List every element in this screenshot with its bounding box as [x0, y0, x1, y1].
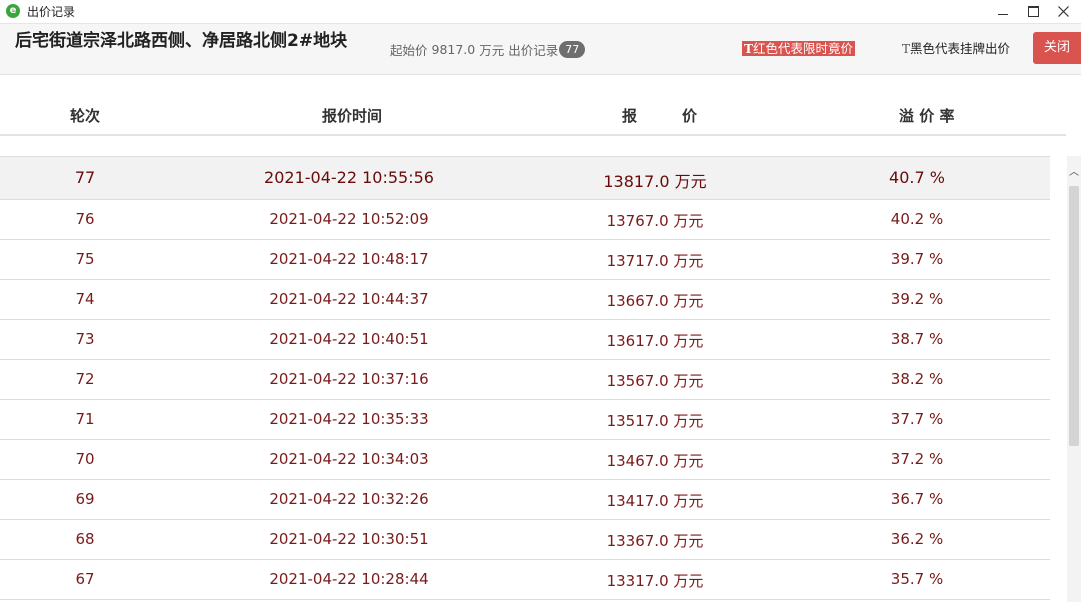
cell-round: 76 [75, 210, 95, 228]
cell-time: 2021-04-22 10:37:16 [269, 370, 429, 388]
table-row: 71 2021-04-22 10:35:33 13517.0 万元 37.7 % [0, 400, 1050, 440]
window-titlebar: e 出价记录 [0, 0, 1081, 24]
column-header-time: 报价时间 [322, 107, 383, 125]
window-title: 出价记录 [27, 5, 76, 19]
window-close-button[interactable] [1048, 0, 1078, 22]
table-row: 73 2021-04-22 10:40:51 13617.0 万元 38.7 % [0, 320, 1050, 360]
cell-price: 13417.0 万元 [606, 492, 704, 510]
cell-price: 13717.0 万元 [606, 252, 704, 270]
start-price-label: 起始价 [390, 43, 428, 58]
bid-summary: 起始价 9817.0 万元 出价记录 77 [390, 40, 586, 59]
table-row: 74 2021-04-22 10:44:37 13667.0 万元 39.2 % [0, 280, 1050, 320]
scroll-up-icon[interactable]: ︿ [1067, 166, 1081, 180]
legend-red-text: 红色代表限时竟价 [752, 41, 853, 56]
cell-price: 13367.0 万元 [606, 532, 704, 550]
cell-rate: 39.2 % [890, 290, 944, 308]
minimize-button[interactable] [988, 0, 1018, 22]
minimize-icon [998, 13, 1008, 15]
legend-listing-bidding: T黑色代表挂牌出价 [902, 41, 1010, 56]
cell-time: 2021-04-22 10:28:44 [269, 570, 429, 588]
page-header: 后宅街道宗泽北路西侧、净居路北侧2#地块 起始价 9817.0 万元 出价记录 7… [0, 24, 1081, 75]
cell-rate: 36.7 % [890, 490, 944, 508]
cell-price: 13317.0 万元 [606, 572, 704, 590]
cell-time: 2021-04-22 10:30:51 [269, 530, 429, 548]
cell-price: 13467.0 万元 [606, 452, 704, 470]
legend-timed-bidding: T红色代表限时竟价 [742, 41, 855, 56]
cell-price: 13817.0 万元 [603, 172, 707, 191]
cell-round: 71 [75, 410, 95, 428]
start-price-value: 9817.0 [431, 42, 476, 57]
cell-round: 72 [75, 370, 95, 388]
table-row: 70 2021-04-22 10:34:03 13467.0 万元 37.2 % [0, 440, 1050, 480]
legend-black-text: 黑色代表挂牌出价 [910, 41, 1011, 56]
cell-rate: 38.2 % [890, 370, 944, 388]
cell-round: 75 [75, 250, 95, 268]
t-mark-icon: T [902, 42, 911, 56]
table-row: 68 2021-04-22 10:30:51 13367.0 万元 36.2 % [0, 520, 1050, 560]
cell-rate: 40.2 % [890, 210, 944, 228]
cell-time: 2021-04-22 10:35:33 [269, 410, 429, 428]
cell-time: 2021-04-22 10:52:09 [269, 210, 429, 228]
column-header-round: 轮次 [70, 107, 101, 125]
table-header: 轮次 报价时间 报 价 溢 价 率 [0, 98, 1066, 136]
start-price-unit: 万元 [479, 43, 505, 58]
bid-records-table: 77 2021-04-22 10:55:56 13817.0 万元 40.7 %… [0, 156, 1050, 600]
table-row: 67 2021-04-22 10:28:44 13317.0 万元 35.7 % [0, 560, 1050, 600]
cell-round: 77 [74, 168, 96, 187]
table-row: 77 2021-04-22 10:55:56 13817.0 万元 40.7 % [0, 157, 1050, 200]
maximize-icon [1027, 5, 1039, 17]
cell-price: 13767.0 万元 [606, 212, 704, 230]
cell-rate: 35.7 % [890, 570, 944, 588]
cell-round: 69 [75, 490, 95, 508]
cell-round: 70 [75, 450, 95, 468]
cell-time: 2021-04-22 10:44:37 [269, 290, 429, 308]
cell-time: 2021-04-22 10:32:26 [269, 490, 429, 508]
cell-round: 74 [75, 290, 95, 308]
app-icon: e [6, 4, 20, 18]
cell-rate: 37.2 % [890, 450, 944, 468]
cell-round: 68 [75, 530, 95, 548]
cell-time: 2021-04-22 10:48:17 [269, 250, 429, 268]
column-header-price: 报 价 [622, 107, 698, 125]
cell-rate: 39.7 % [890, 250, 944, 268]
records-count-badge: 77 [559, 41, 586, 58]
close-button[interactable]: 关闭 [1033, 32, 1081, 64]
column-header-rate: 溢 价 率 [899, 107, 955, 125]
scroll-thumb[interactable] [1069, 186, 1079, 446]
cell-round: 73 [75, 330, 95, 348]
table-row: 76 2021-04-22 10:52:09 13767.0 万元 40.2 % [0, 200, 1050, 240]
cell-rate: 40.7 % [889, 168, 945, 187]
records-label: 出价记录 [508, 43, 559, 58]
close-icon [1057, 5, 1069, 17]
table-row: 69 2021-04-22 10:32:26 13417.0 万元 36.7 % [0, 480, 1050, 520]
cell-price: 13617.0 万元 [606, 332, 704, 350]
maximize-button[interactable] [1018, 0, 1048, 22]
cell-price: 13517.0 万元 [606, 412, 704, 430]
cell-round: 67 [75, 570, 95, 588]
cell-rate: 38.7 % [890, 330, 944, 348]
cell-rate: 37.7 % [890, 410, 944, 428]
cell-time: 2021-04-22 10:34:03 [269, 450, 429, 468]
cell-rate: 36.2 % [890, 530, 944, 548]
cell-price: 13667.0 万元 [606, 292, 704, 310]
cell-time: 2021-04-22 10:55:56 [264, 168, 434, 187]
cell-time: 2021-04-22 10:40:51 [269, 330, 429, 348]
vertical-scrollbar[interactable]: ︿ [1067, 156, 1081, 602]
cell-price: 13567.0 万元 [606, 372, 704, 390]
table-row: 75 2021-04-22 10:48:17 13717.0 万元 39.7 % [0, 240, 1050, 280]
table-row: 72 2021-04-22 10:37:16 13567.0 万元 38.2 % [0, 360, 1050, 400]
page-title: 后宅街道宗泽北路西侧、净居路北侧2#地块 [15, 31, 348, 51]
t-mark-icon: T [744, 42, 753, 56]
